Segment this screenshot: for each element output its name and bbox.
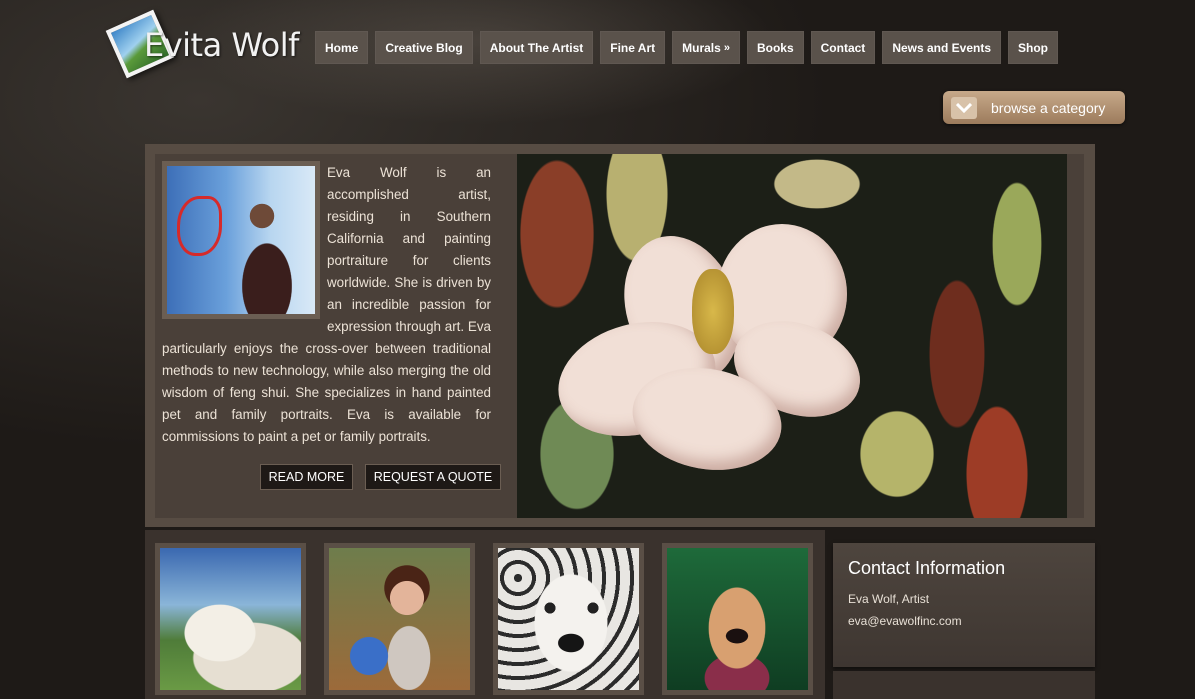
nav-label: News and Events [892,40,992,55]
contact-email[interactable]: eva@evawolfinc.com [848,614,962,628]
nav-label: Creative Blog [385,40,463,55]
contact-title: Contact Information [848,558,1006,578]
site-logo[interactable]: Evita Wolf [105,8,300,79]
nav-label: Fine Art [610,40,656,55]
nav-item-contact[interactable]: Contact [810,31,876,64]
contact-footer [833,671,1095,699]
nav-label: Books [756,40,794,55]
nav-item-about-the-artist[interactable]: About The Artist [479,31,594,64]
magnolia-painting[interactable] [517,154,1067,518]
contact-name: Eva Wolf, Artist [848,592,930,606]
nav-item-fine-art[interactable]: Fine Art [600,31,666,64]
nav-label: Home [325,40,359,55]
browse-category-button[interactable]: browse a category [943,91,1125,124]
chevron-down-icon [951,96,977,119]
nav-item-shop[interactable]: Shop [1008,31,1059,64]
read-more-button[interactable]: READ MORE [260,464,353,490]
stamen [692,269,734,354]
portfolio-thumb-dalmatian[interactable] [493,543,644,695]
portfolio-thumb-dog[interactable] [662,543,813,695]
request-quote-button[interactable]: REQUEST A QUOTE [365,464,501,490]
nav-label: Contact [820,40,866,55]
nav-label: Murals [682,40,721,55]
nav-item-creative-blog[interactable]: Creative Blog [375,31,473,64]
nav-item-books[interactable]: Books [746,31,804,64]
nav-item-murals[interactable]: Murals» [672,31,740,64]
contact-info-box: Contact Information Eva Wolf, Artist eva… [833,543,1095,667]
browse-category-label: browse a category [991,99,1106,116]
artist-bio: Eva Wolf is an accomplished artist, resi… [162,162,491,448]
main-nav: Home Creative Blog About The Artist Fine… [315,31,1059,64]
logo-text: Evita Wolf [144,26,299,64]
nav-item-news-and-events[interactable]: News and Events [882,31,1002,64]
nav-label: About The Artist [489,40,584,55]
portfolio-thumb-labrador[interactable] [155,543,306,695]
nav-item-home[interactable]: Home [315,31,369,64]
submenu-arrow-icon: » [723,41,730,54]
portfolio-thumb-child[interactable] [324,543,475,695]
nav-label: Shop [1018,40,1049,55]
